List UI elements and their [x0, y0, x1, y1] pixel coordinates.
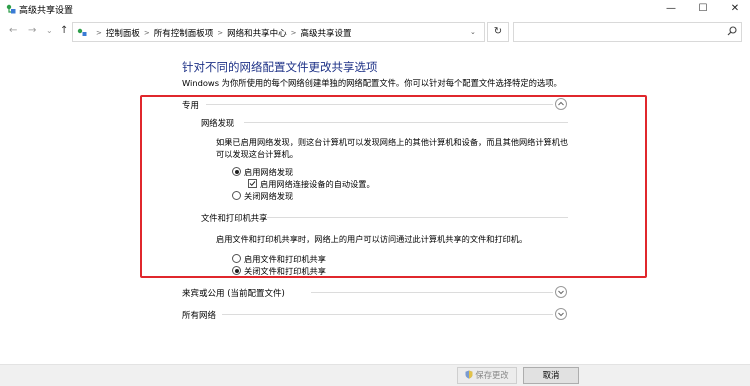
- title-bar: 高级共享设置 — ☐ ✕: [0, 0, 750, 18]
- expand-guest-public-button[interactable]: [555, 286, 567, 298]
- close-button[interactable]: ✕: [720, 0, 750, 18]
- option-enable-file-printer-sharing-label[interactable]: 启用文件和打印机共享: [244, 253, 326, 265]
- radio-enable-network-discovery[interactable]: [232, 167, 241, 176]
- radio-disable-network-discovery[interactable]: [232, 191, 241, 200]
- page-title: 针对不同的网络配置文件更改共享选项: [182, 60, 378, 74]
- profile-private-label[interactable]: 专用: [182, 99, 199, 111]
- breadcrumb: > 控制面板 > 所有控制面板项 > 网络和共享中心 > 高级共享设置: [92, 27, 352, 39]
- divider: [222, 314, 553, 315]
- window-title: 高级共享设置: [19, 6, 74, 16]
- checkbox-auto-setup[interactable]: [248, 179, 257, 188]
- option-auto-setup-label[interactable]: 启用网络连接设备的自动设置。: [260, 178, 375, 190]
- file-printer-sharing-text: 启用文件和打印机共享时，网络上的用户可以访问通过此计算机共享的文件和打印机。: [216, 234, 528, 244]
- divider: [311, 292, 553, 293]
- profile-all-networks-label[interactable]: 所有网络: [182, 309, 216, 321]
- breadcrumb-separator: >: [96, 29, 102, 37]
- profile-guest-public-label[interactable]: 来宾或公用 (当前配置文件): [182, 287, 285, 299]
- file-printer-sharing-title: 文件和打印机共享: [201, 213, 268, 223]
- radio-disable-file-printer-sharing[interactable]: [232, 266, 241, 275]
- divider: [206, 104, 553, 105]
- cancel-button[interactable]: 取消: [523, 367, 579, 384]
- maximize-button[interactable]: ☐: [688, 0, 718, 18]
- network-sharing-icon: [77, 28, 87, 36]
- chevron-up-icon: [558, 101, 564, 106]
- network-sharing-icon: [6, 4, 16, 14]
- save-changes-button[interactable]: 保存更改: [457, 367, 517, 384]
- page-description: Windows 为你所使用的每个网络创建单独的网络配置文件。你可以针对每个配置文…: [182, 78, 562, 88]
- breadcrumb-item-all-items[interactable]: 所有控制面板项: [154, 27, 214, 39]
- breadcrumb-separator[interactable]: >: [217, 29, 223, 37]
- recent-locations-button[interactable]: ⌄: [46, 26, 53, 35]
- up-button[interactable]: ↑: [60, 25, 68, 36]
- refresh-button[interactable]: ↻: [487, 22, 509, 42]
- address-dropdown-button[interactable]: ⌄: [470, 28, 476, 36]
- breadcrumb-item-control-panel[interactable]: 控制面板: [106, 27, 140, 39]
- breadcrumb-item-network-center[interactable]: 网络和共享中心: [227, 27, 287, 39]
- forward-button[interactable]: →: [28, 25, 36, 36]
- divider: [244, 122, 568, 123]
- action-bar: [0, 364, 750, 386]
- breadcrumb-separator[interactable]: >: [144, 29, 150, 37]
- back-button[interactable]: ←: [9, 25, 17, 36]
- radio-enable-file-printer-sharing[interactable]: [232, 254, 241, 263]
- minimize-button[interactable]: —: [656, 0, 686, 18]
- search-icon[interactable]: [727, 26, 737, 36]
- save-changes-label: 保存更改: [475, 370, 509, 380]
- divider: [267, 217, 568, 218]
- option-enable-network-discovery-label[interactable]: 启用网络发现: [244, 166, 293, 178]
- option-disable-file-printer-sharing-label[interactable]: 关闭文件和打印机共享: [244, 265, 326, 277]
- uac-shield-icon: [465, 370, 473, 379]
- address-row: ← → ⌄ ↑ > 控制面板 > 所有控制面板项 > 网络和共享中心 > 高级共…: [0, 18, 750, 46]
- breadcrumb-item-advanced-sharing[interactable]: 高级共享设置: [301, 27, 352, 39]
- breadcrumb-separator[interactable]: >: [291, 29, 297, 37]
- search-input[interactable]: [513, 22, 742, 42]
- network-discovery-text-line2: 可以发现这台计算机。: [216, 149, 298, 159]
- collapse-private-button[interactable]: [555, 98, 567, 110]
- checkmark-icon: [249, 181, 256, 187]
- network-discovery-title: 网络发现: [201, 118, 235, 128]
- option-disable-network-discovery-label[interactable]: 关闭网络发现: [244, 190, 293, 202]
- chevron-down-icon: [558, 290, 564, 295]
- expand-all-networks-button[interactable]: [555, 308, 567, 320]
- chevron-down-icon: [558, 312, 564, 317]
